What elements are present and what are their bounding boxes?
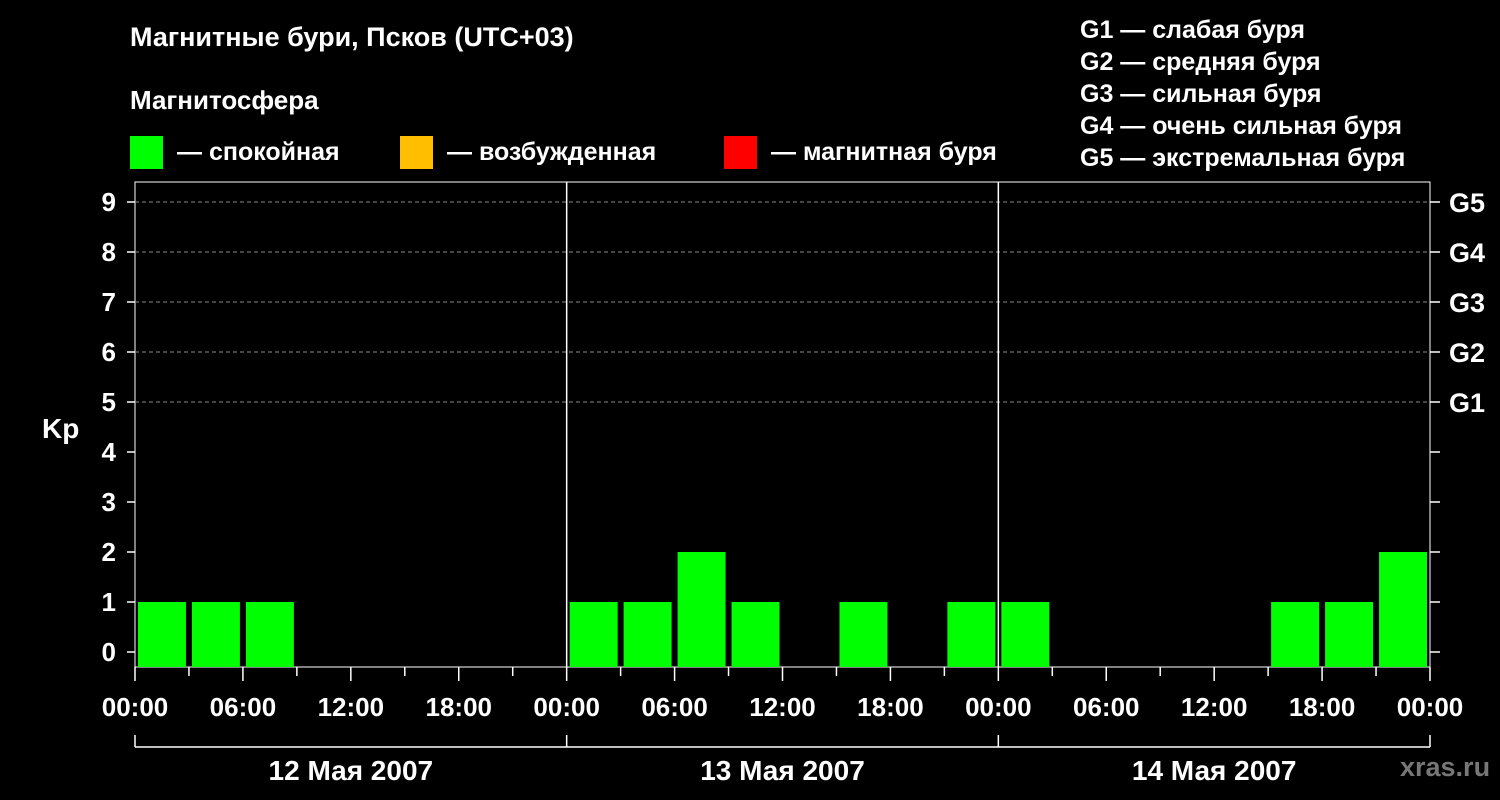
- y-tick-label: 9: [102, 187, 116, 217]
- y-tick-label: 0: [102, 637, 116, 667]
- watermark: xras.ru: [1400, 752, 1491, 782]
- x-tick-label: 00:00: [1397, 692, 1464, 722]
- right-tick-label: G1: [1449, 388, 1485, 418]
- x-tick-label: 00:00: [102, 692, 169, 722]
- day-label: 14 Мая 2007: [1132, 755, 1297, 786]
- kp-chart: 0 1 2 3 4 5 6 7 8 9 G1 G2 G3 G4 G5 Kp 00:00 06:00 12:00 18:…: [42, 181, 1485, 786]
- kp-bar: [191, 602, 240, 667]
- kp-bar: [947, 602, 996, 667]
- plot-frame: [134, 181, 1431, 668]
- y-tick-label: 1: [102, 587, 116, 617]
- x-tick-label: 06:00: [1073, 692, 1140, 722]
- kp-bar: [245, 602, 294, 667]
- x-tick-label: 00:00: [965, 692, 1032, 722]
- kp-bar: [138, 602, 186, 667]
- y-tick-label: 6: [102, 337, 116, 367]
- x-tick-label: 18:00: [1289, 692, 1356, 722]
- x-tick-label: 12:00: [318, 692, 385, 722]
- x-tick-label: 06:00: [210, 692, 277, 722]
- x-tick-label: 18:00: [857, 692, 924, 722]
- kp-bar: [1271, 602, 1320, 667]
- x-tick-label: 00:00: [533, 692, 600, 722]
- y-tick-label: 2: [102, 537, 116, 567]
- day-label: 12 Мая 2007: [269, 755, 434, 786]
- kp-bar: [731, 602, 780, 667]
- right-tick-label: G2: [1449, 338, 1485, 368]
- kp-bar: [839, 602, 888, 667]
- kp-bar: [1001, 602, 1050, 667]
- y-tick-label: 4: [102, 437, 117, 467]
- y-tick-label: 7: [102, 287, 116, 317]
- x-tick-label: 18:00: [426, 692, 493, 722]
- kp-bar: [623, 602, 672, 667]
- y-tick-label: 5: [102, 387, 116, 417]
- y-tick-label: 3: [102, 487, 116, 517]
- right-tick-label: G5: [1449, 188, 1485, 218]
- x-tick-label: 12:00: [1181, 692, 1248, 722]
- kp-bar: [569, 602, 618, 667]
- day-label: 13 Мая 2007: [700, 755, 865, 786]
- kp-bar: [1379, 552, 1427, 667]
- x-tick-label: 12:00: [749, 692, 816, 722]
- y-axis-label: Kp: [42, 413, 79, 444]
- x-tick-label: 06:00: [641, 692, 708, 722]
- y-tick-label: 8: [102, 237, 116, 267]
- right-tick-label: G3: [1449, 288, 1485, 318]
- kp-bar: [677, 552, 726, 667]
- kp-bar: [1325, 602, 1374, 667]
- right-tick-label: G4: [1449, 238, 1485, 268]
